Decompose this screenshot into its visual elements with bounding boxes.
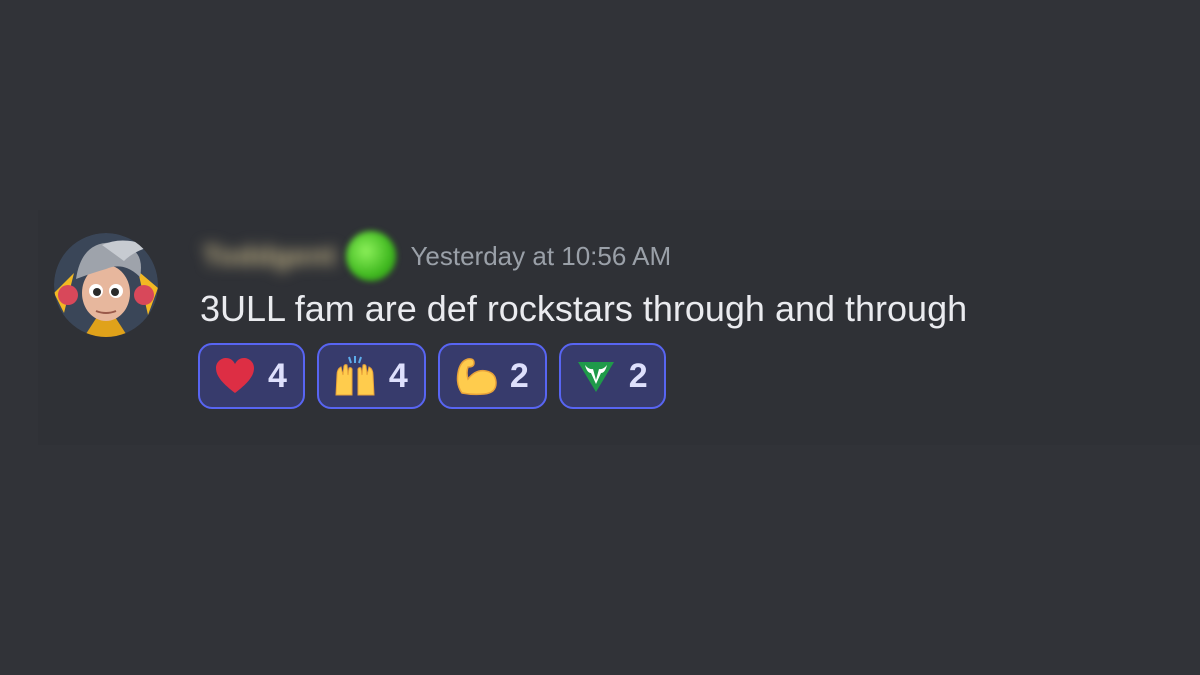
flexed-biceps-icon — [454, 355, 498, 397]
bull-emblem-icon — [575, 356, 617, 396]
username[interactable]: Toddgent — [203, 240, 336, 272]
timestamp[interactable]: Yesterday at 10:56 AM — [410, 241, 671, 272]
reaction-bull-emblem[interactable]: 2 — [558, 343, 666, 409]
reaction-raised-hands[interactable]: 4 — [316, 343, 426, 409]
raised-hands-icon — [333, 355, 377, 397]
role-icon — [346, 231, 397, 281]
reaction-count: 4 — [268, 356, 287, 395]
reaction-heart[interactable]: 4 — [198, 343, 305, 409]
reaction-count: 2 — [509, 356, 529, 395]
reaction-count: 4 — [388, 356, 408, 395]
message-content: 3ULL fam are def rockstars through and t… — [200, 288, 968, 329]
heart-icon — [214, 356, 256, 396]
reactions-bar: 4 4 2 2 — [198, 343, 678, 409]
reaction-flexed-biceps[interactable]: 2 — [437, 343, 547, 409]
reaction-count: 2 — [628, 356, 648, 395]
message-header: Toddgent Yesterday at 10:56 AM — [203, 226, 671, 286]
avatar[interactable] — [54, 233, 158, 337]
